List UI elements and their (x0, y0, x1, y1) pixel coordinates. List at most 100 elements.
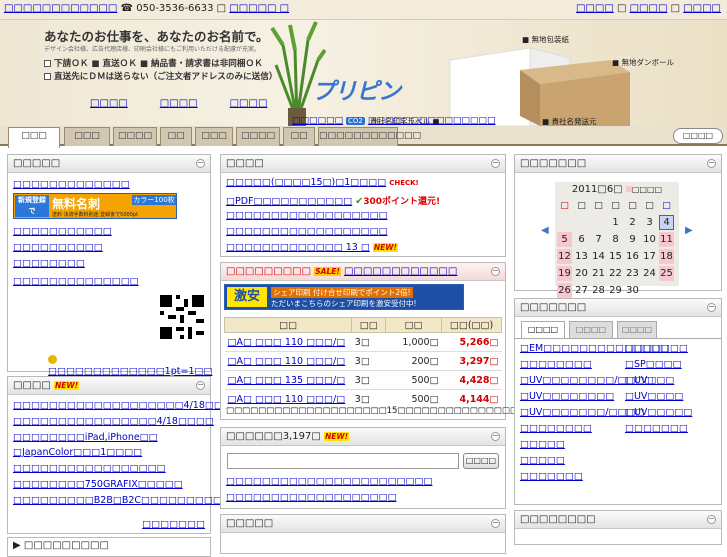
tab-7[interactable]: □□ (283, 127, 315, 146)
search-tab-button[interactable]: □□□□ (673, 128, 723, 144)
hero-subtext: デザイン会社様、広告代理店様、印刷会社様にもご利用いただける配慮が充実。 (44, 46, 261, 53)
news-more-link[interactable]: □□□□□□□ (142, 519, 205, 530)
collapse-icon[interactable]: − (707, 303, 716, 312)
panel-campaigns: □□□□ − □□□□□(□□□□15□)□1□□□□ CHECK! □PDF□□… (220, 154, 506, 257)
tab-3[interactable]: □□□□ (113, 127, 157, 146)
qr-code-icon (160, 295, 204, 339)
panel-members: □□□□□ − □□□□□□□□□□□□□ 新規登録で 無料名刺 カラー100枚 … (7, 154, 212, 377)
main-tabs: □□□ □□□ □□□□ □□ □□□ □□□□ □□ □□□□□□□□□□□□… (0, 126, 727, 148)
hero-headline: あなたのお仕事を、あなたのお名前で。 (44, 29, 269, 44)
news-item-2[interactable]: □□□□□□□□□□□□□□□□4/18□□□□ (13, 416, 214, 427)
news-item-6[interactable]: □□□□□□□□750GRAFIX□□□□□ (13, 479, 183, 490)
top-bar: □□□□□□□□□□□□ ☎ 050-3536-6633 □ □□□□□ □ □… (0, 0, 727, 20)
subtab-1[interactable]: □□□□ (521, 321, 565, 338)
news-item-7[interactable]: □□□□□□□□□B2B□B2C□□□□□□□□□□ (13, 495, 231, 506)
contact-link[interactable]: □□□□□ □ (229, 3, 289, 14)
hero-link-2[interactable]: □□□□ (160, 98, 198, 109)
hero-link-3[interactable]: □□□□ (230, 98, 268, 109)
collapse-icon[interactable]: − (196, 159, 205, 168)
product-link[interactable]: □□□□□□□□ (520, 359, 592, 370)
eco-notice: □□□□□□ CO2 □□□□□□□□□□□□□□□ (292, 116, 496, 126)
product-link[interactable]: □SP□□□□ (625, 359, 682, 370)
panel-right-bottom: □□□□□□□□ − (514, 510, 722, 545)
link-4[interactable]: □□□□□□□□□□□□□□ (13, 276, 139, 287)
panel-templates: □□□□□□3,197□ NEW! − □□□□ □□□□□□□□□□□□□□□□… (220, 427, 506, 509)
phone-number: 050-3536-6633 □ (136, 3, 227, 14)
template-search-input[interactable] (227, 453, 459, 469)
news-item-5[interactable]: □□□□□□□□□□□□□□□□□ (13, 463, 166, 474)
table-row[interactable]: □A□ □□□ 110 □□□/□ 3□ 1,000□ 5,266□ (224, 332, 502, 352)
label-plain-wrap: ■ 無地包装紙 (522, 35, 569, 44)
panel-title: □□□□□ − (8, 155, 210, 173)
top-bar-left: □□□□□□□□□□□□ ☎ 050-3536-6633 □ □□□□□ □ (4, 3, 289, 14)
subtab-2[interactable]: □□□□ (569, 321, 613, 338)
calendar-header: 2011□6□ □□□□ (571, 184, 663, 195)
free-card-banner[interactable]: 新規登録で 無料名刺 カラー100枚 送料 決済手数料別途 登録後で5000pt (13, 193, 177, 219)
hero-link-1[interactable]: □□□□ (90, 98, 128, 109)
collapse-icon[interactable]: − (707, 515, 716, 524)
top-bar-right: □□□□ □ □□□□ □ □□□□ (575, 3, 721, 14)
product-link[interactable]: □□□□□□□ (625, 423, 688, 434)
product-link[interactable]: □UV□□□□ (625, 391, 683, 402)
next-month-arrow-icon[interactable]: ▶ (685, 225, 693, 236)
panel-title: □□□□□□□ − (515, 299, 721, 317)
product-link[interactable]: □□□□□□□ (520, 471, 583, 482)
link-1[interactable]: □□□□□□□□□□□ (13, 226, 112, 237)
product-link[interactable]: □□□□□□□□ (520, 423, 592, 434)
collapse-icon[interactable]: − (707, 159, 716, 168)
tab-home[interactable]: □□□ (8, 127, 60, 148)
coin-icon (48, 355, 57, 364)
tab-4[interactable]: □□ (160, 127, 192, 146)
share-footnote: □□□□□□□□□□□□□□□□□□□□15□□□□□□□□□□□□□□□ (226, 406, 518, 416)
new-badge: NEW! (323, 432, 350, 441)
top-link-1[interactable]: □□□□ (576, 3, 614, 14)
collapse-icon[interactable]: − (196, 381, 205, 390)
calendar: 2011□6□ □□□□ □ □ □ □ □ □ □ 1234 5 6 7 8 9 10 11 12 13… (555, 182, 679, 298)
subtab-3[interactable]: □□□□ (617, 321, 657, 338)
campaign-4[interactable]: □□□□□□□□□□□□□□□□□□ (226, 226, 388, 237)
template-link-2[interactable]: □□□□□□□□□□□□□□□□□□□ (226, 492, 397, 503)
collapse-icon[interactable]: − (491, 432, 500, 441)
template-link-1[interactable]: □□□□□□□□□□□□□□□□□□□□□□□ (226, 476, 432, 487)
product-link[interactable]: □UV□□□□□□□□ (520, 391, 614, 402)
table-row[interactable]: □A□ □□□ 110 □□□/□ 3□ 200□ 3,297□ (224, 351, 502, 371)
logo: プリピン (312, 79, 401, 105)
tab-8[interactable]: □□□□□□□□□□□□ (318, 127, 421, 146)
news-item-1[interactable]: □□□□□□□□□□□□□□□□□□□4/18□□□ (13, 400, 232, 411)
top-link-2[interactable]: □□□□ (630, 3, 668, 14)
check-badge: CHECK! (389, 179, 419, 187)
sale-badge: SALE! (314, 267, 341, 276)
tab-5[interactable]: □□□ (195, 127, 233, 146)
product-link[interactable]: □UV□□□□□ (625, 407, 692, 418)
product-subtabs: □□□□ □□□□ □□□□ (515, 321, 721, 339)
tab-6[interactable]: □□□□ (236, 127, 280, 146)
prev-month-arrow-icon[interactable]: ◀ (541, 225, 549, 236)
link-login[interactable]: □□□□□□□□□□□□□ (13, 179, 130, 190)
price-table: □□ □□ □□ □□(□□) □A□ □□□ 110 □□□/□ 3□ 1,000□ 5,… (223, 317, 502, 409)
product-link[interactable]: □□□□□ (520, 455, 565, 466)
panel-title: □□□□ − (221, 155, 505, 173)
template-search-button[interactable]: □□□□ (463, 453, 499, 469)
panel-calendar: □□□□□□□ − 2011□6□ □□□□ □ □ □ □ □ □ □ 1234 56789… (514, 154, 722, 298)
co2-badge: CO2 (346, 117, 365, 125)
collapse-icon[interactable]: − (491, 519, 500, 528)
top-link-3[interactable]: □□□□ (683, 3, 721, 14)
product-link[interactable]: □□□□□ (520, 439, 565, 450)
share-print-banner[interactable]: 激安 シェア印刷 付け合せ印刷でポイント2倍! ただいまこちらのシェア印刷を激安… (224, 284, 464, 310)
product-link[interactable]: □□□□□□□ (625, 343, 688, 354)
collapse-icon[interactable]: − (491, 267, 500, 276)
table-row[interactable]: □A□ □□□ 135 □□□/□ 3□ 500□ 4,428□ (224, 370, 502, 390)
collapse-icon[interactable]: − (491, 159, 500, 168)
news-item-4[interactable]: □JapanColor□□□1□□□□ (13, 447, 142, 458)
product-link[interactable]: □UV□□□ (625, 375, 674, 386)
link-3[interactable]: □□□□□□□□ (13, 258, 85, 269)
site-link[interactable]: □□□□□□□□□□□□ (4, 3, 117, 14)
panel-products: □□□□□□□ − □□□□ □□□□ □□□□ □EM□□□□□□□□□□□□□… (514, 298, 722, 505)
calendar-today[interactable]: 4 (659, 215, 674, 230)
tab-2[interactable]: □□□ (64, 127, 110, 146)
campaign-3[interactable]: □□□□□□□□□□□□□□□□□□ (226, 210, 388, 221)
phone-icon: ☎ (120, 3, 134, 14)
campaign-1: □□□□□(□□□□15□)□1□□□□ CHECK! (226, 177, 419, 188)
link-2[interactable]: □□□□□□□□□□ (13, 242, 103, 253)
news-item-3[interactable]: □□□□□□□□iPad,iPhone□□ (13, 432, 158, 443)
